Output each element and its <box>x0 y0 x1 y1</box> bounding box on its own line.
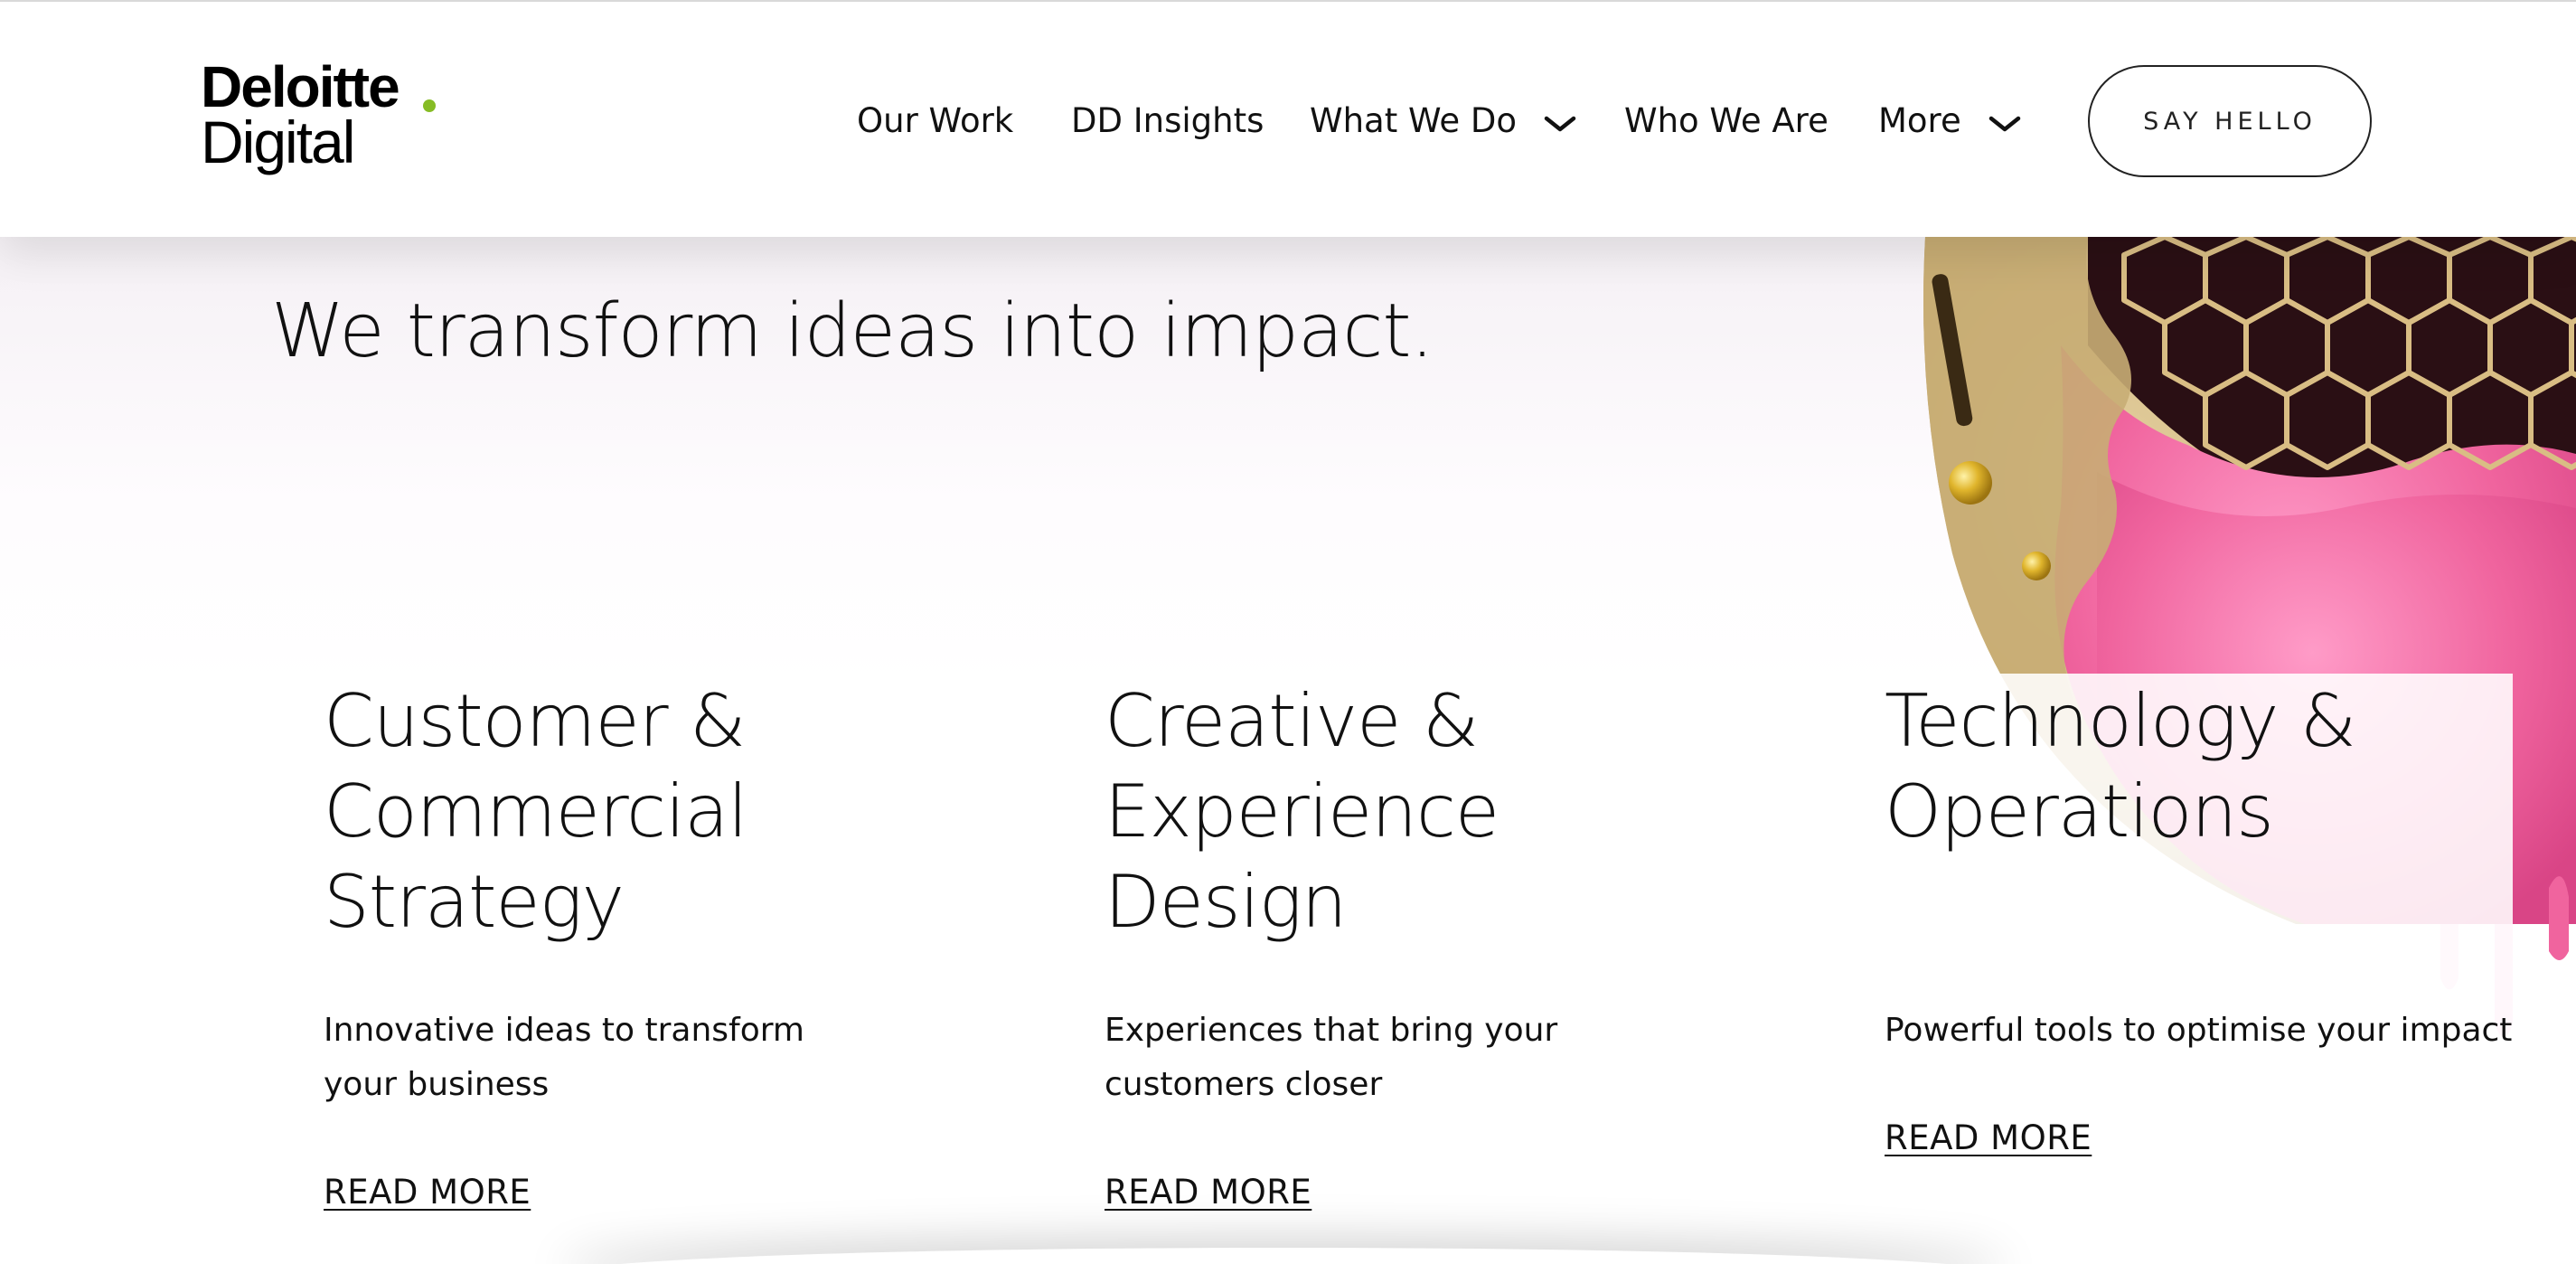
read-more-link[interactable]: READ MORE <box>1885 1116 2092 1161</box>
service-card-creative-experience-design: Creative & Experience Design Experiences… <box>1105 676 1737 1212</box>
nav-item-label: Our Work <box>857 101 1014 140</box>
say-hello-button[interactable]: SAY HELLO <box>2088 65 2372 177</box>
nav-item-our-work[interactable]: Our Work <box>857 96 1013 146</box>
nav-item-label: Who We Are <box>1624 101 1829 140</box>
card-description: Innovative ideas to transform your busin… <box>324 1012 804 1103</box>
nav-item-who-we-are[interactable]: Who We Are <box>1624 96 1829 146</box>
nav-item-label: DD Insights <box>1071 101 1264 140</box>
service-card-customer-commercial-strategy: Customer & Commercial Strategy Innovativ… <box>324 676 956 1212</box>
service-card-technology-operations: Technology & Operations Powerful tools t… <box>1885 676 2517 1157</box>
hero-title: We transform ideas into impact. <box>271 288 1434 374</box>
nav-item-dd-insights[interactable]: DD Insights <box>1071 96 1264 146</box>
card-description: Experiences that bring your customers cl… <box>1105 1012 1558 1103</box>
card-title: Customer & Commercial Strategy <box>324 679 747 944</box>
site-header: Deloitte Digital Our Work DD Insights Wh… <box>0 0 2576 237</box>
nav-item-what-we-do[interactable]: What We Do <box>1310 96 1576 146</box>
chevron-down-icon <box>1544 116 1576 132</box>
nav-item-more[interactable]: More <box>1878 96 2021 146</box>
chevron-down-icon <box>1988 116 2020 132</box>
nav-item-label: What We Do <box>1310 101 1518 140</box>
card-description: Powerful tools to optimise your impact <box>1885 1012 2513 1049</box>
card-title: Technology & Operations <box>1885 679 2356 854</box>
read-more-link[interactable]: READ MORE <box>1105 1170 1312 1215</box>
read-more-link[interactable]: READ MORE <box>324 1170 531 1215</box>
nav-item-label: More <box>1878 101 1961 140</box>
page: Deloitte Digital Our Work DD Insights Wh… <box>0 0 2576 1264</box>
card-title: Creative & Experience Design <box>1105 679 1500 944</box>
next-section-edge <box>560 1248 2007 1264</box>
